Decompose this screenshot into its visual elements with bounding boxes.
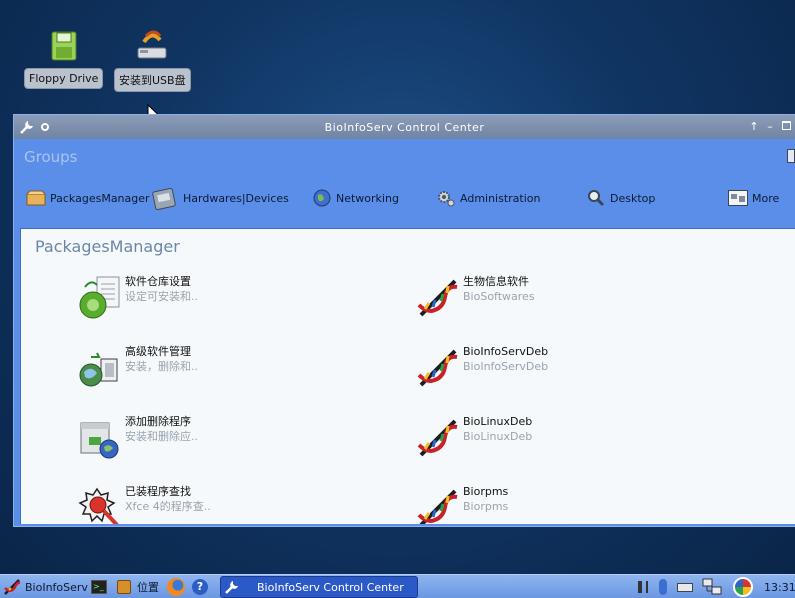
- item-biorpms[interactable]: Biorpms Biorpms: [415, 485, 508, 524]
- dna-logo-icon: [3, 578, 21, 596]
- desktop-icon-usb-install[interactable]: 安装到USB盘: [114, 26, 191, 92]
- keyboard-icon: [677, 582, 693, 592]
- item-desc: 安装和删除应..: [125, 430, 198, 443]
- places-label: 位置: [137, 581, 159, 594]
- bluetooth-icon: [659, 579, 667, 595]
- tray-update-manager[interactable]: [733, 575, 753, 598]
- package-icon: [26, 188, 46, 208]
- category-label: Hardwares|Devices: [183, 191, 289, 205]
- item-desc: BioSoftwares: [463, 290, 535, 303]
- repository-settings-icon: [77, 275, 123, 321]
- magnifier-icon: [586, 188, 606, 208]
- minimize-button[interactable]: –: [763, 120, 777, 134]
- floppy-drive-icon: [44, 26, 84, 66]
- advanced-package-icon: [77, 345, 123, 391]
- item-desc: BioInfoServDeb: [463, 360, 549, 373]
- window-title: BioInfoServ Control Center: [324, 120, 485, 134]
- item-desc: BioLinuxDeb: [463, 430, 533, 443]
- installed-search-icon: [77, 485, 123, 524]
- category-label: More: [752, 191, 780, 205]
- network-icon: [702, 578, 722, 596]
- start-menu-button[interactable]: BioInfoServ: [3, 575, 88, 598]
- category-administration[interactable]: Administration: [436, 183, 541, 213]
- category-hardware-devices[interactable]: Hardwares|Devices: [151, 183, 289, 213]
- speaker-icon: [638, 581, 648, 593]
- item-name: 软件仓库设置: [125, 275, 191, 288]
- taskbar: BioInfoServ >_ 位置 ? BioInfoServ Control …: [0, 574, 795, 598]
- task-button-control-center[interactable]: BioInfoServ Control Center: [220, 576, 418, 598]
- groups-tool-icon[interactable]: [787, 149, 795, 163]
- item-name: 已装程序查找: [125, 485, 191, 498]
- item-name: 生物信息软件: [463, 275, 529, 288]
- start-label: BioInfoServ: [25, 580, 88, 594]
- maximize-button[interactable]: [779, 120, 793, 134]
- control-center-window: BioInfoServ Control Center ↑ – Groups Pa…: [13, 114, 795, 527]
- panel-title: PackagesManager: [35, 237, 180, 256]
- item-name: BioInfoServDeb: [463, 345, 549, 358]
- item-bioinfoserv-deb[interactable]: BioInfoServDeb BioInfoServDeb: [415, 345, 548, 391]
- tray-keyboard[interactable]: [677, 575, 693, 598]
- packages-panel: PackagesManager 软件仓库设置 设定可安装和.. 高级软件管理 安…: [20, 228, 795, 524]
- usb-install-icon: [132, 26, 172, 66]
- shade-button[interactable]: ↑: [747, 120, 761, 134]
- hardware-icon: [151, 184, 179, 212]
- category-label: Desktop: [610, 191, 656, 205]
- tray-network[interactable]: [702, 575, 722, 598]
- category-packages-manager[interactable]: PackagesManager: [26, 183, 150, 213]
- dna-icon: [415, 275, 461, 321]
- item-desc: Xfce 4的程序查..: [125, 500, 211, 513]
- item-add-remove-programs[interactable]: 添加删除程序 安装和删除应..: [77, 415, 198, 461]
- browser-launcher[interactable]: [167, 575, 185, 598]
- desktop-icon-label: Floppy Drive: [24, 68, 104, 89]
- category-label: Administration: [460, 191, 541, 205]
- help-icon: ?: [192, 579, 208, 595]
- category-bar: PackagesManager Hardwares|Devices Networ…: [14, 183, 795, 213]
- firefox-icon: [167, 578, 185, 596]
- category-networking[interactable]: Networking: [312, 183, 399, 213]
- tray-audio[interactable]: [638, 575, 648, 598]
- help-launcher[interactable]: ?: [192, 575, 208, 598]
- tray-bluetooth[interactable]: [659, 575, 667, 598]
- category-label: PackagesManager: [50, 191, 150, 205]
- item-desc: 安装，删除和..: [125, 360, 198, 373]
- dna-icon: [415, 485, 461, 524]
- item-biolinux-deb[interactable]: BioLinuxDeb BioLinuxDeb: [415, 415, 532, 461]
- globe-icon: [312, 188, 332, 208]
- clock[interactable]: 13:31: [764, 575, 795, 598]
- item-name: 添加删除程序: [125, 415, 191, 428]
- item-bio-softwares[interactable]: 生物信息软件 BioSoftwares: [415, 275, 535, 321]
- item-advanced-package-manager[interactable]: 高级软件管理 安装，删除和..: [77, 345, 198, 391]
- item-installed-program-search[interactable]: 已装程序查找 Xfce 4的程序查..: [77, 485, 211, 524]
- item-desc: Biorpms: [463, 500, 509, 513]
- gears-icon: [436, 188, 456, 208]
- desktop-icon-label: 安装到USB盘: [114, 68, 191, 92]
- folder-icon: [117, 580, 131, 594]
- category-desktop[interactable]: Desktop: [586, 183, 655, 213]
- groups-label: Groups: [24, 148, 78, 166]
- item-desc: 设定可安装和..: [125, 290, 198, 303]
- dna-icon: [415, 415, 461, 461]
- item-name: BioLinuxDeb: [463, 415, 533, 428]
- desktop-icon-floppy[interactable]: Floppy Drive: [24, 26, 104, 89]
- dna-icon: [415, 345, 461, 391]
- item-name: Biorpms: [463, 485, 509, 498]
- more-icon: [728, 188, 748, 208]
- update-icon: [733, 577, 753, 597]
- task-label: BioInfoServ Control Center: [257, 580, 404, 594]
- category-label: Networking: [336, 191, 399, 205]
- category-more[interactable]: More: [728, 183, 779, 213]
- item-repository-settings[interactable]: 软件仓库设置 设定可安装和..: [77, 275, 198, 321]
- item-name: 高级软件管理: [125, 345, 191, 358]
- terminal-launcher[interactable]: >_: [91, 575, 107, 598]
- window-titlebar[interactable]: BioInfoServ Control Center ↑ –: [14, 115, 795, 139]
- add-remove-icon: [77, 415, 123, 461]
- tools-icon: [224, 579, 240, 595]
- terminal-icon: >_: [91, 580, 107, 594]
- places-menu[interactable]: 位置: [117, 575, 159, 598]
